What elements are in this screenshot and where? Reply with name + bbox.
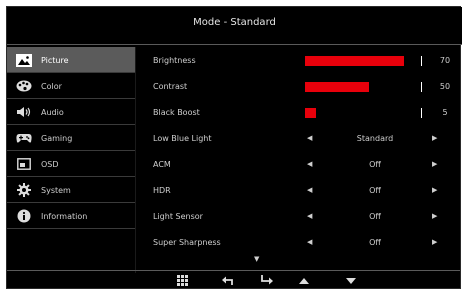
sidebar-item-picture[interactable]: Picture (7, 47, 135, 73)
back-icon[interactable] (221, 274, 235, 287)
brightness-slider[interactable] (305, 56, 422, 66)
info-icon (16, 209, 32, 223)
contrast-label: Contrast (153, 81, 188, 91)
sidebar-item-label: OSD (41, 159, 59, 169)
scroll-down-icon[interactable]: ▼ (254, 255, 259, 263)
header-divider (7, 44, 462, 45)
low-blue-light-row[interactable]: Low Blue Light ◀ Standard ▶ (153, 125, 453, 151)
osd-icon (16, 157, 32, 171)
sidebar-item-color[interactable]: Color (7, 73, 135, 99)
contrast-slider[interactable] (305, 82, 422, 92)
arrow-right-icon[interactable]: ▶ (432, 186, 437, 194)
arrow-left-icon[interactable]: ◀ (307, 238, 312, 246)
gamepad-icon (16, 131, 32, 145)
sidebar-item-audio[interactable]: Audio (7, 99, 135, 125)
super-sharpness-value: Off (369, 237, 381, 247)
down-icon[interactable] (344, 274, 358, 287)
settings-list: Brightness 70 Contrast 50 Black Boost 5 … (153, 47, 453, 255)
hdr-value: Off (369, 185, 381, 195)
panel-divider (135, 47, 136, 273)
sidebar-item-information[interactable]: Information (7, 203, 135, 229)
arrow-right-icon[interactable]: ▶ (432, 160, 437, 168)
brightness-row[interactable]: Brightness 70 (153, 47, 453, 73)
up-icon[interactable] (297, 274, 311, 287)
sidebar-item-osd[interactable]: OSD (7, 151, 135, 177)
contrast-row[interactable]: Contrast 50 (153, 73, 453, 99)
slider-track (406, 56, 421, 66)
black-boost-value: 5 (442, 107, 448, 117)
arrow-right-icon[interactable]: ▶ (432, 212, 437, 220)
acm-label: ACM (153, 159, 171, 169)
super-sharpness-row[interactable]: Super Sharpness ◀ Off ▶ (153, 229, 453, 255)
brightness-label: Brightness (153, 55, 196, 65)
light-sensor-label: Light Sensor (153, 211, 203, 221)
divider (7, 228, 135, 229)
hdr-label: HDR (153, 185, 171, 195)
brightness-value: 70 (439, 55, 451, 65)
sidebar-item-system[interactable]: System (7, 177, 135, 203)
header: Mode - Standard (7, 7, 462, 45)
sidebar-item-gaming[interactable]: Gaming (7, 125, 135, 151)
light-sensor-row[interactable]: Light Sensor ◀ Off ▶ (153, 203, 453, 229)
acm-row[interactable]: ACM ◀ Off ▶ (153, 151, 453, 177)
super-sharpness-label: Super Sharpness (153, 237, 221, 247)
page-title: Mode - Standard (193, 17, 276, 28)
sidebar: Picture Color Audio Gaming OSD System In… (7, 47, 135, 229)
slider-track (318, 108, 421, 118)
speaker-icon (16, 105, 32, 119)
sidebar-item-label: Color (41, 81, 62, 91)
slider-fill (305, 108, 316, 118)
enter-icon[interactable] (259, 274, 273, 287)
black-boost-row[interactable]: Black Boost 5 (153, 99, 453, 125)
slider-fill (305, 82, 369, 92)
arrow-left-icon[interactable]: ◀ (307, 134, 312, 142)
arrow-left-icon[interactable]: ◀ (307, 186, 312, 194)
arrow-left-icon[interactable]: ◀ (307, 212, 312, 220)
picture-icon (16, 53, 32, 67)
gear-icon (16, 183, 32, 197)
osd-panel: Mode - Standard Picture Color Audio Gami… (6, 6, 462, 290)
black-boost-label: Black Boost (153, 107, 200, 117)
sidebar-item-label: Information (41, 211, 88, 221)
black-boost-slider[interactable] (305, 108, 422, 118)
footer-controls (7, 271, 460, 290)
arrow-right-icon[interactable]: ▶ (432, 134, 437, 142)
hdr-row[interactable]: HDR ◀ Off ▶ (153, 177, 453, 203)
sidebar-item-label: Audio (41, 107, 64, 117)
sidebar-item-label: System (41, 185, 71, 195)
sidebar-item-label: Gaming (41, 133, 73, 143)
low-blue-light-label: Low Blue Light (153, 133, 212, 143)
menu-grid-icon[interactable] (175, 274, 189, 287)
light-sensor-value: Off (369, 211, 381, 221)
arrow-right-icon[interactable]: ▶ (432, 238, 437, 246)
arrow-left-icon[interactable]: ◀ (307, 160, 312, 168)
slider-track (371, 82, 421, 92)
acm-value: Off (369, 159, 381, 169)
contrast-value: 50 (439, 81, 451, 91)
sidebar-item-label: Picture (41, 55, 69, 65)
slider-fill (305, 56, 404, 66)
low-blue-light-value: Standard (356, 133, 394, 143)
palette-icon (16, 79, 32, 93)
